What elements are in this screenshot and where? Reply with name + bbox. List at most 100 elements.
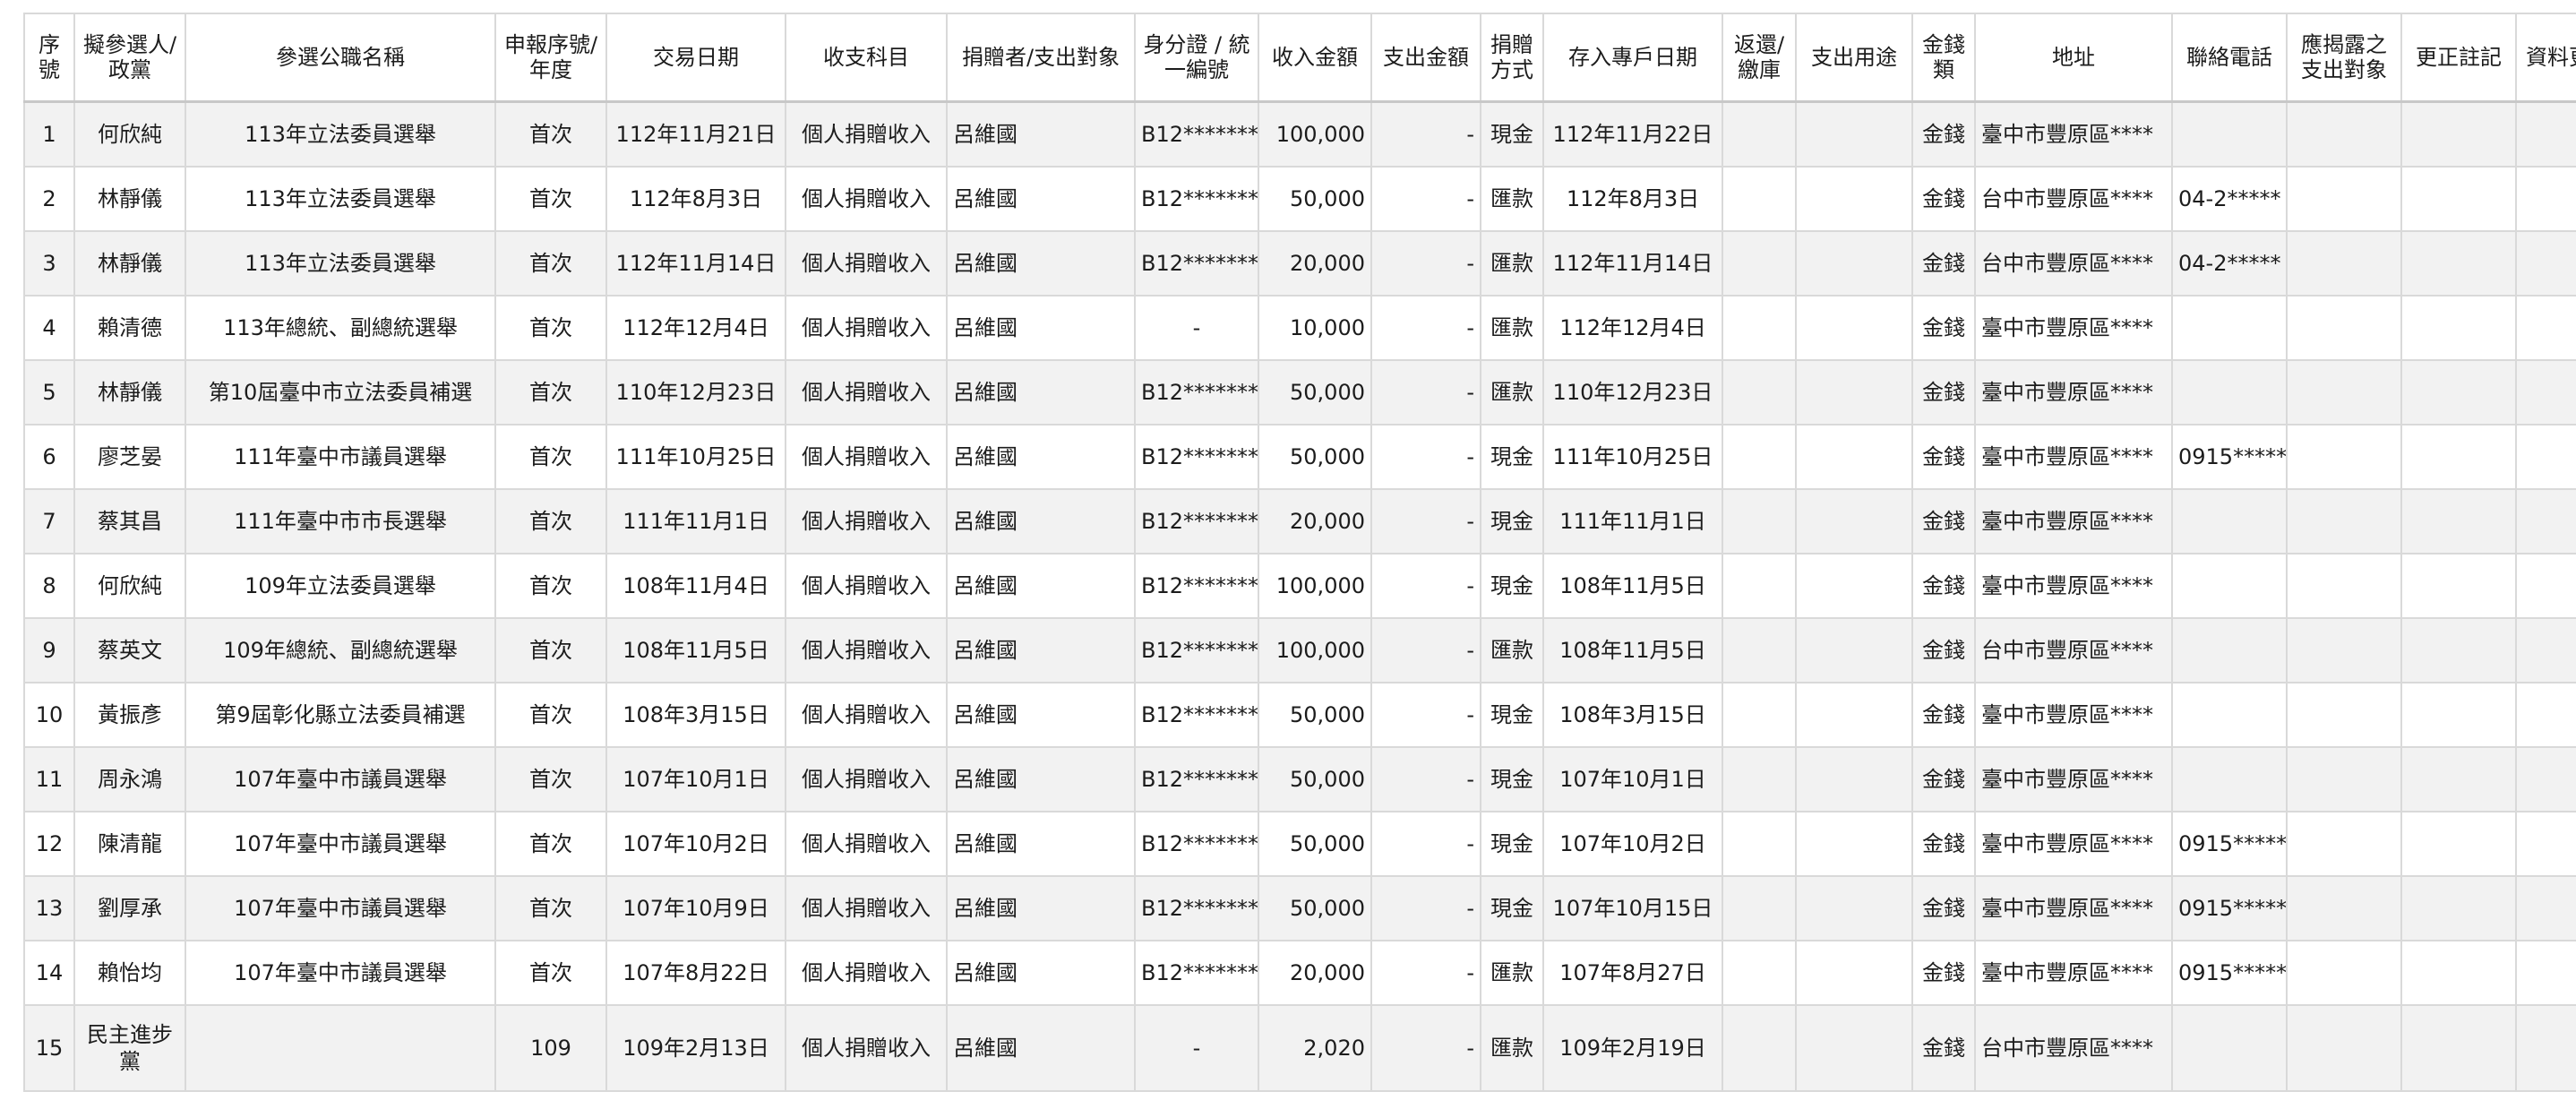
table-row: 13 劉厚承 107年臺中市議員選舉 首次 107年10月9日 個人捐贈收入 呂維國 B12*… <box>23 875 2576 941</box>
cell-data <box>2515 811 2576 877</box>
cell-disclose <box>2286 100 2402 168</box>
cell-seq: 8 <box>23 553 75 619</box>
cell-address: 台中市豐原區**** <box>1974 617 2173 683</box>
cell-data <box>2515 1004 2576 1092</box>
cell-id: B12******* <box>1134 488 1259 554</box>
table-row: 15 民主進步黨 109 109年2月13日 個人捐贈收入 呂維國 -2,020- 匯款 109… <box>23 1004 2576 1092</box>
cell-purpose <box>1795 811 1913 877</box>
cell-donor: 呂維國 <box>946 746 1136 812</box>
cell-report: 首次 <box>494 746 607 812</box>
cell-income: 20,000 <box>1258 940 1372 1006</box>
donation-table-container[interactable]: 序號 擬參選人/政黨 參選公職名稱 申報序號/年度 交易日期 收支科目 捐贈者/… <box>23 13 2576 1096</box>
cell-donor: 呂維國 <box>946 359 1136 426</box>
cell-phone <box>2171 359 2288 426</box>
cell-disclose <box>2286 617 2402 683</box>
cell-expense: - <box>1370 617 1481 683</box>
cell-correction <box>2400 100 2517 168</box>
cell-disclose <box>2286 488 2402 554</box>
cell-method: 現金 <box>1480 424 1544 490</box>
cell-category: 個人捐贈收入 <box>785 682 948 748</box>
cell-correction <box>2400 424 2517 490</box>
cell-report: 首次 <box>494 295 607 361</box>
cell-office: 第10屆臺中市立法委員補選 <box>185 359 496 426</box>
cell-tx-date: 112年11月21日 <box>605 100 786 168</box>
cell-phone: 0915***** <box>2171 811 2288 877</box>
cell-donor: 呂維國 <box>946 166 1136 232</box>
header-correction: 更正註記 <box>2400 13 2517 103</box>
cell-seq: 2 <box>23 166 75 232</box>
table-row: 8 何欣純 109年立法委員選舉 首次 108年11月4日 個人捐贈收入 呂維國 B12***… <box>23 553 2576 619</box>
cell-correction <box>2400 811 2517 877</box>
cell-donor: 呂維國 <box>946 230 1136 297</box>
cell-category: 個人捐贈收入 <box>785 811 948 877</box>
cell-report: 首次 <box>494 166 607 232</box>
cell-returned <box>1722 746 1797 812</box>
cell-candidate: 民主進步黨 <box>73 1004 186 1092</box>
cell-id: B12******* <box>1134 230 1259 297</box>
header-expense: 支出金額 <box>1370 13 1481 103</box>
cell-category: 個人捐贈收入 <box>785 100 948 168</box>
cell-candidate: 廖芝晏 <box>73 424 186 490</box>
cell-data <box>2515 617 2576 683</box>
cell-office: 107年臺中市議員選舉 <box>185 940 496 1006</box>
cell-address: 台中市豐原區**** <box>1974 230 2173 297</box>
table-row: 4 賴清德 113年總統、副總統選舉 首次 112年12月4日 個人捐贈收入 呂維國 -10,… <box>23 295 2576 361</box>
cell-disclose <box>2286 553 2402 619</box>
cell-purpose <box>1795 424 1913 490</box>
cell-candidate: 何欣純 <box>73 553 186 619</box>
header-purpose: 支出用途 <box>1795 13 1913 103</box>
cell-correction <box>2400 940 2517 1006</box>
cell-id: B12******* <box>1134 359 1259 426</box>
cell-id: B12******* <box>1134 100 1259 168</box>
cell-donor: 呂維國 <box>946 295 1136 361</box>
cell-method: 現金 <box>1480 553 1544 619</box>
cell-income: 20,000 <box>1258 230 1372 297</box>
cell-expense: - <box>1370 682 1481 748</box>
cell-phone: 0915***** <box>2171 940 2288 1006</box>
cell-donor: 呂維國 <box>946 1004 1136 1092</box>
cell-income: 50,000 <box>1258 424 1372 490</box>
cell-tx-date: 107年8月22日 <box>605 940 786 1006</box>
cell-method: 匯款 <box>1480 359 1544 426</box>
cell-money-type: 金錢 <box>1911 1004 1976 1092</box>
cell-category: 個人捐贈收入 <box>785 553 948 619</box>
cell-method: 現金 <box>1480 100 1544 168</box>
cell-purpose <box>1795 230 1913 297</box>
header-income: 收入金額 <box>1258 13 1372 103</box>
cell-income: 50,000 <box>1258 746 1372 812</box>
cell-id: B12******* <box>1134 617 1259 683</box>
cell-disclose <box>2286 940 2402 1006</box>
cell-returned <box>1722 682 1797 748</box>
cell-returned <box>1722 553 1797 619</box>
cell-report: 首次 <box>494 811 607 877</box>
cell-tx-date: 107年10月1日 <box>605 746 786 812</box>
header-method: 捐贈方式 <box>1480 13 1544 103</box>
cell-id: B12******* <box>1134 166 1259 232</box>
cell-phone <box>2171 682 2288 748</box>
cell-candidate: 劉厚承 <box>73 875 186 941</box>
cell-report: 首次 <box>494 359 607 426</box>
cell-donor: 呂維國 <box>946 424 1136 490</box>
cell-expense: - <box>1370 488 1481 554</box>
table-row: 9 蔡英文 109年總統、副總統選舉 首次 108年11月5日 個人捐贈收入 呂維國 B12*… <box>23 617 2576 683</box>
cell-candidate: 林靜儀 <box>73 230 186 297</box>
cell-category: 個人捐贈收入 <box>785 359 948 426</box>
cell-method: 現金 <box>1480 746 1544 812</box>
cell-phone: 04-2***** <box>2171 230 2288 297</box>
header-category: 收支科目 <box>785 13 948 103</box>
cell-tx-date: 108年11月4日 <box>605 553 786 619</box>
cell-id: B12******* <box>1134 811 1259 877</box>
cell-deposit-date: 107年10月2日 <box>1542 811 1723 877</box>
cell-report: 首次 <box>494 100 607 168</box>
cell-tx-date: 111年11月1日 <box>605 488 786 554</box>
table-row: 11 周永鴻 107年臺中市議員選舉 首次 107年10月1日 個人捐贈收入 呂維國 B12*… <box>23 746 2576 812</box>
cell-deposit-date: 109年2月19日 <box>1542 1004 1723 1092</box>
cell-candidate: 陳清龍 <box>73 811 186 877</box>
header-money-type: 金錢類 <box>1911 13 1976 103</box>
cell-method: 匯款 <box>1480 166 1544 232</box>
cell-money-type: 金錢 <box>1911 811 1976 877</box>
cell-money-type: 金錢 <box>1911 424 1976 490</box>
cell-money-type: 金錢 <box>1911 940 1976 1006</box>
cell-disclose <box>2286 1004 2402 1092</box>
cell-data <box>2515 166 2576 232</box>
